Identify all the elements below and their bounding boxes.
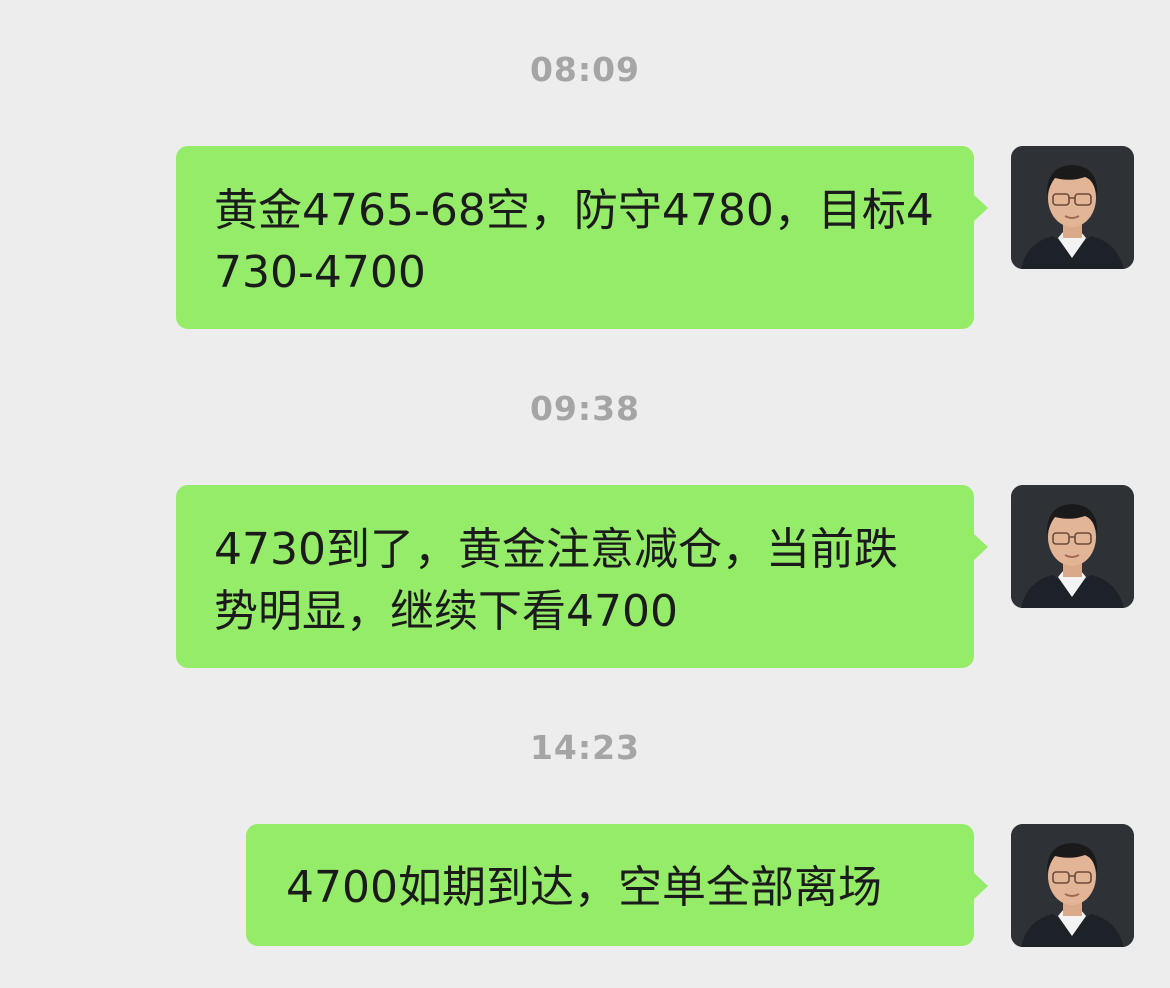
message-bubble[interactable]: 4730到了，黄金注意减仓，当前跌势明显，继续下看4700 <box>176 485 988 668</box>
man-with-glasses-portrait-icon <box>1011 824 1134 947</box>
message-bubble[interactable]: 4700如期到达，空单全部离场 <box>246 824 988 946</box>
message-text: 4700如期到达，空单全部离场 <box>286 862 882 913</box>
message-text: 黄金4765-68空，防守4780，目标4730-4700 <box>214 185 934 298</box>
avatar[interactable] <box>1011 485 1134 608</box>
message-text: 4730到了，黄金注意减仓，当前跌势明显，继续下看4700 <box>214 524 898 637</box>
message-timestamp: 14:23 <box>529 728 641 767</box>
bubble-tail <box>973 872 988 900</box>
message-timestamp: 08:09 <box>529 50 641 89</box>
avatar[interactable] <box>1011 824 1134 947</box>
message-bubble[interactable]: 黄金4765-68空，防守4780，目标4730-4700 <box>176 146 988 329</box>
man-with-glasses-portrait-icon <box>1011 146 1134 269</box>
message-timestamp: 09:38 <box>529 389 641 428</box>
chat-conversation: 08:09 黄金4765-68空，防守4780，目标4730-4700 09:3… <box>0 0 1170 988</box>
avatar[interactable] <box>1011 146 1134 269</box>
bubble-tail <box>973 533 988 561</box>
man-with-glasses-portrait-icon <box>1011 485 1134 608</box>
bubble-tail <box>973 194 988 222</box>
